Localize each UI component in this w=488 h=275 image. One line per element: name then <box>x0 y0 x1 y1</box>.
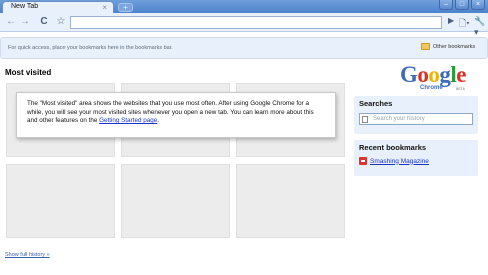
recent-bookmark-item[interactable]: Smashing Magazine <box>359 157 429 165</box>
getting-started-link[interactable]: Getting Started page <box>99 117 157 124</box>
smashing-magazine-favicon <box>359 157 367 165</box>
other-bookmarks-label: Other bookmarks <box>433 43 476 50</box>
logo-subtitle: Chrome <box>420 85 443 91</box>
search-history-input[interactable]: Search your history <box>359 113 473 125</box>
folder-icon <box>421 43 430 50</box>
searches-panel: Searches Search your history <box>354 96 478 134</box>
window-controls: – □ × <box>437 0 485 10</box>
thumbnail-slot[interactable] <box>6 164 115 238</box>
toolbar: ← → C ☆ ▶ 🗋▾ 🔧▾ <box>0 13 488 37</box>
searches-title: Searches <box>359 99 393 108</box>
logo-letter: o <box>428 62 440 87</box>
page-icon <box>362 116 368 123</box>
close-window-button[interactable]: × <box>471 0 485 10</box>
maximize-button[interactable]: □ <box>455 0 469 10</box>
minimize-button[interactable]: – <box>439 0 453 10</box>
bookmark-bar-hint: For quick access, place your bookmarks h… <box>8 45 173 51</box>
address-bar[interactable] <box>70 16 442 29</box>
title-bar: New Tab × + – □ × <box>0 0 488 14</box>
most-visited-info: The "Most visited" area shows the websit… <box>16 92 336 138</box>
back-icon[interactable]: ← <box>5 16 17 28</box>
search-placeholder: Search your history <box>373 116 425 122</box>
browser-window: New Tab × + – □ × ← → C ☆ ▶ 🗋▾ 🔧▾ For qu… <box>0 0 488 275</box>
bookmark-bar: For quick access, place your bookmarks h… <box>0 37 488 59</box>
wrench-menu-icon[interactable]: 🔧▾ <box>474 16 488 38</box>
recent-bookmarks-title: Recent bookmarks <box>359 143 427 152</box>
recent-bookmark-link[interactable]: Smashing Magazine <box>370 158 429 165</box>
logo-letter: o <box>417 62 429 87</box>
new-tab-button[interactable]: + <box>118 3 133 12</box>
show-full-history-link[interactable]: Show full history » <box>5 252 50 258</box>
page-menu-icon[interactable]: 🗋▾ <box>459 16 470 32</box>
logo-beta: BETA <box>456 87 465 91</box>
logo-letter: G <box>400 62 418 87</box>
logo-letter: g <box>439 62 451 87</box>
tab-title: New Tab <box>11 3 39 10</box>
reload-icon[interactable]: C <box>38 16 50 28</box>
forward-icon[interactable]: → <box>19 16 31 28</box>
info-end: . <box>157 117 159 124</box>
google-chrome-logo: Google Chrome BETA <box>398 62 478 96</box>
thumbnail-slot[interactable] <box>236 164 345 238</box>
go-icon[interactable]: ▶ <box>448 16 454 25</box>
thumbnail-slot[interactable] <box>121 164 230 238</box>
logo-letter: e <box>456 62 466 87</box>
most-visited-title: Most visited <box>5 68 52 77</box>
star-icon[interactable]: ☆ <box>55 16 67 28</box>
close-tab-icon[interactable]: × <box>102 2 107 13</box>
recent-bookmarks-panel: Recent bookmarks Smashing Magazine <box>354 140 478 176</box>
most-visited-info-text: The "Most visited" area shows the websit… <box>27 100 314 124</box>
other-bookmarks-button[interactable]: Other bookmarks <box>421 43 475 50</box>
